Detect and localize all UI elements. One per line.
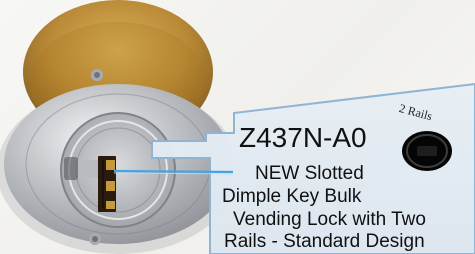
description-line-1: NEW Slotted (255, 163, 364, 184)
description-line-2: Dimple Key Bulk (222, 186, 362, 207)
description-line-4: Rails - Standard Design (224, 231, 425, 252)
product-image: 2 Rails Z437N-A0 NEW Slotted Dimple Key … (0, 0, 475, 254)
model-number: Z437N-A0 (239, 122, 367, 153)
description-line-3: Vending Lock with Two (233, 209, 426, 230)
callout-line (113, 169, 234, 174)
rails-inset-icon (402, 131, 452, 171)
lock-image (0, 0, 239, 254)
